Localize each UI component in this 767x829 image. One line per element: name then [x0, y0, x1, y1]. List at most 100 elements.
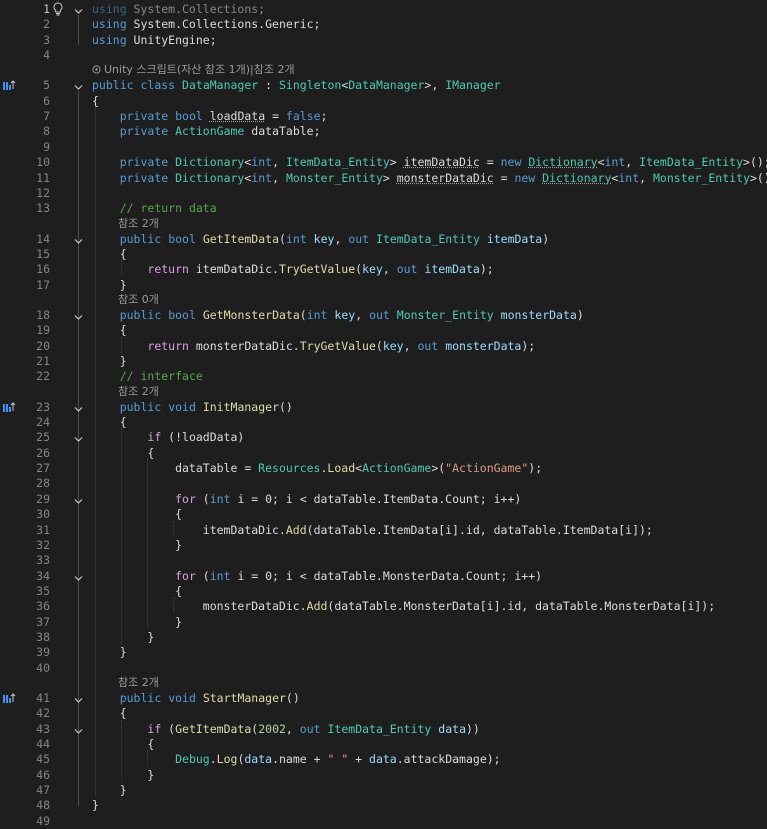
code-line[interactable]: 4	[0, 48, 767, 63]
code-token: IManager	[445, 78, 501, 93]
implementation-glyph-icon[interactable]	[2, 80, 16, 91]
line-number: 28	[36, 476, 50, 491]
line-number: 18	[36, 307, 50, 322]
code-line[interactable]: 10 private Dictionary<int, ItemData_Enti…	[0, 155, 767, 170]
code-line[interactable]: 35 {	[0, 584, 767, 599]
code-line[interactable]: 9	[0, 140, 767, 155]
code-token: bool	[168, 307, 196, 322]
code-text: public void InitManager()	[92, 400, 293, 415]
codelens-references[interactable]: 참조 2개	[118, 384, 159, 400]
code-token: Dictionary	[175, 155, 245, 170]
implementation-glyph-icon[interactable]	[2, 693, 16, 704]
code-line[interactable]: 44 {	[0, 737, 767, 752]
code-line[interactable]: 2 using System.Collections.Generic;	[0, 17, 767, 32]
code-line[interactable]: 26 {	[0, 446, 767, 461]
code-line[interactable]: 24 {	[0, 415, 767, 430]
code-line[interactable]: 27 dataTable = Resources.Load<ActionGame…	[0, 461, 767, 476]
code-token: {	[92, 415, 127, 430]
code-line[interactable]: 20 return monsterDataDic.TryGetValue(key…	[0, 339, 767, 354]
code-line[interactable]: 36 monsterDataDic.Add(dataTable.MonsterD…	[0, 599, 767, 614]
collapse-chevron-icon[interactable]	[74, 311, 83, 320]
code-line[interactable]: 43 if (GetItemData(2002, out ItemData_En…	[0, 722, 767, 737]
collapse-chevron-icon[interactable]	[74, 572, 83, 581]
collapse-chevron-icon[interactable]	[74, 403, 83, 412]
code-line[interactable]: 18 public bool GetMonsterData(int key, o…	[0, 308, 767, 323]
code-token: (	[161, 721, 176, 736]
code-line[interactable]: 38 }	[0, 630, 767, 645]
code-line[interactable]: 41 public void StartManager()	[0, 691, 767, 706]
code-line[interactable]: 6{	[0, 94, 767, 109]
code-line[interactable]: 45 Debug.Log(data.name + " " + data.atta…	[0, 752, 767, 767]
code-line[interactable]: 34 for (int i = 0; i < dataTable.Monster…	[0, 569, 767, 584]
code-token: class	[140, 78, 176, 93]
code-token: (!loadData)	[161, 430, 245, 445]
codelens-references[interactable]: Unity 스크립트(자산 참조 1개)|참조 2개	[92, 62, 295, 78]
code-line[interactable]: 49	[0, 814, 767, 829]
code-line[interactable]: 40	[0, 661, 767, 676]
code-token: Add	[285, 522, 307, 537]
code-line[interactable]: 11 private Dictionary<int, Monster_Entit…	[0, 171, 767, 186]
line-number: 40	[36, 660, 50, 675]
code-line[interactable]: 33	[0, 553, 767, 568]
code-line[interactable]: 12	[0, 186, 767, 201]
code-token: (	[279, 231, 286, 246]
code-line[interactable]: 1 using System.Collections;	[0, 2, 767, 17]
code-token: key	[382, 338, 404, 353]
code-line[interactable]: 5 public class DataManager : Singleton<Da…	[0, 78, 767, 93]
code-line[interactable]: 17 }	[0, 278, 767, 293]
code-line[interactable]: 3 using UnityEngine;	[0, 33, 767, 48]
code-line[interactable]: 19 {	[0, 323, 767, 338]
code-line[interactable]: 37 }	[0, 615, 767, 630]
code-line[interactable]: 14 public bool GetItemData(int key, out …	[0, 232, 767, 247]
code-line[interactable]: 42 {	[0, 706, 767, 721]
code-token: ()	[285, 691, 300, 705]
code-line[interactable]: 25 if (!loadData)	[0, 430, 767, 445]
code-text: if (GetItemData(2002, out ItemData_Entit…	[92, 721, 479, 737]
code-line[interactable]: 31 itemDataDic.Add(dataTable.ItemData[i]…	[0, 523, 767, 538]
code-line[interactable]: 21 }	[0, 354, 767, 369]
codelens-references[interactable]: 참조 0개	[118, 292, 159, 308]
code-line[interactable]: 46 }	[0, 768, 767, 783]
code-line[interactable]: 28	[0, 476, 767, 491]
code-token: i = 0; i < dataTable.MonsterData.Count; …	[230, 568, 543, 583]
code-line[interactable]: 23 public void InitManager()	[0, 400, 767, 415]
collapse-chevron-icon[interactable]	[74, 5, 83, 14]
code-line[interactable]: 39 }	[0, 645, 767, 660]
collapse-chevron-icon[interactable]	[74, 725, 83, 734]
code-line[interactable]: 15 {	[0, 247, 767, 262]
code-token: using	[92, 17, 127, 32]
code-token: Singleton	[279, 78, 342, 93]
code-line[interactable]: 16 return itemDataDic.TryGetValue(key, o…	[0, 262, 767, 277]
code-token: }	[92, 798, 99, 813]
code-editor[interactable]: 1 using System.Collections; 2 using System.…	[0, 0, 767, 828]
code-token: public	[119, 307, 162, 322]
code-line[interactable]: 47 }	[0, 783, 767, 798]
code-line[interactable]: 32 }	[0, 538, 767, 553]
code-token: private	[119, 155, 169, 170]
lightbulb-icon[interactable]	[52, 2, 64, 16]
code-line[interactable]: 8 private ActionGame dataTable;	[0, 124, 767, 139]
code-text: {	[92, 584, 182, 599]
code-text: Debug.Log(data.name + " " + data.attackD…	[92, 752, 501, 767]
code-text: itemDataDic.Add(dataTable.ItemData[i].id…	[92, 523, 653, 538]
code-token: ItemData_Entity	[639, 155, 744, 170]
collapse-chevron-icon[interactable]	[74, 81, 83, 91]
code-line[interactable]: 30 {	[0, 507, 767, 522]
codelens-references[interactable]: 참조 2개	[118, 675, 159, 691]
collapse-chevron-icon[interactable]	[74, 433, 83, 443]
code-line[interactable]: 48}	[0, 798, 767, 813]
codelens-references[interactable]: 참조 2개	[118, 216, 159, 232]
code-token: public	[92, 78, 134, 93]
line-number: 45	[36, 752, 50, 767]
code-token: Dictionary	[175, 170, 245, 185]
code-line[interactable]: 13 // return data	[0, 201, 767, 216]
collapse-chevron-icon[interactable]	[74, 495, 83, 504]
code-line[interactable]: 22 // interface	[0, 369, 767, 384]
code-line[interactable]: 7 private bool loadData = false;	[0, 109, 767, 124]
code-line[interactable]: 29 for (int i = 0; i < dataTable.ItemDat…	[0, 492, 767, 507]
implementation-glyph-icon[interactable]	[2, 401, 16, 413]
collapse-chevron-icon[interactable]	[74, 235, 83, 244]
collapse-chevron-icon[interactable]	[74, 694, 83, 703]
